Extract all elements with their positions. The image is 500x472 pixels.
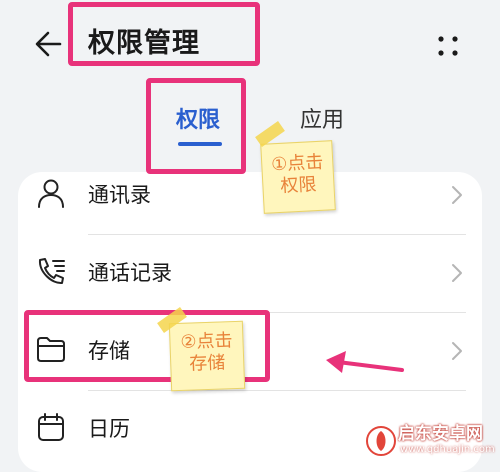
list-item-contacts[interactable]: 通讯录 — [18, 156, 482, 234]
sticky-note-line: ①点击 — [270, 151, 324, 176]
contacts-icon — [34, 176, 68, 210]
list-item-label: 通讯录 — [88, 183, 151, 207]
highlight-box-title — [68, 2, 260, 66]
chevron-right-icon — [450, 184, 464, 206]
list-item-label: 通话记录 — [88, 261, 172, 285]
watermark-text: 启东安卓网 — [398, 424, 483, 444]
sticky-note-step1: ①点击 权限 — [260, 140, 336, 214]
highlight-box-permission-tab — [146, 78, 246, 174]
call-log-icon — [34, 254, 68, 288]
sticky-note-line: 权限 — [279, 174, 317, 197]
pointer-arrow-icon — [322, 346, 406, 380]
list-item-label: 日历 — [88, 417, 130, 441]
more-options-icon[interactable] — [432, 30, 464, 62]
sticky-note-step2: ②点击 存储 — [168, 320, 246, 392]
calendar-icon — [34, 410, 68, 444]
chevron-right-icon — [450, 340, 464, 362]
chevron-right-icon — [450, 262, 464, 284]
watermark-logo: 启东安卓网 www.qdhuajin.com — [364, 422, 496, 460]
watermark-url: www.qdhuajin.com — [400, 444, 495, 455]
list-item-call-log[interactable]: 通话记录 — [18, 234, 482, 312]
back-arrow-icon[interactable] — [30, 24, 70, 64]
sticky-note-line: 存储 — [188, 352, 226, 375]
tab-apps[interactable]: 应用 — [300, 106, 344, 136]
sticky-note-line: ②点击 — [180, 330, 233, 353]
